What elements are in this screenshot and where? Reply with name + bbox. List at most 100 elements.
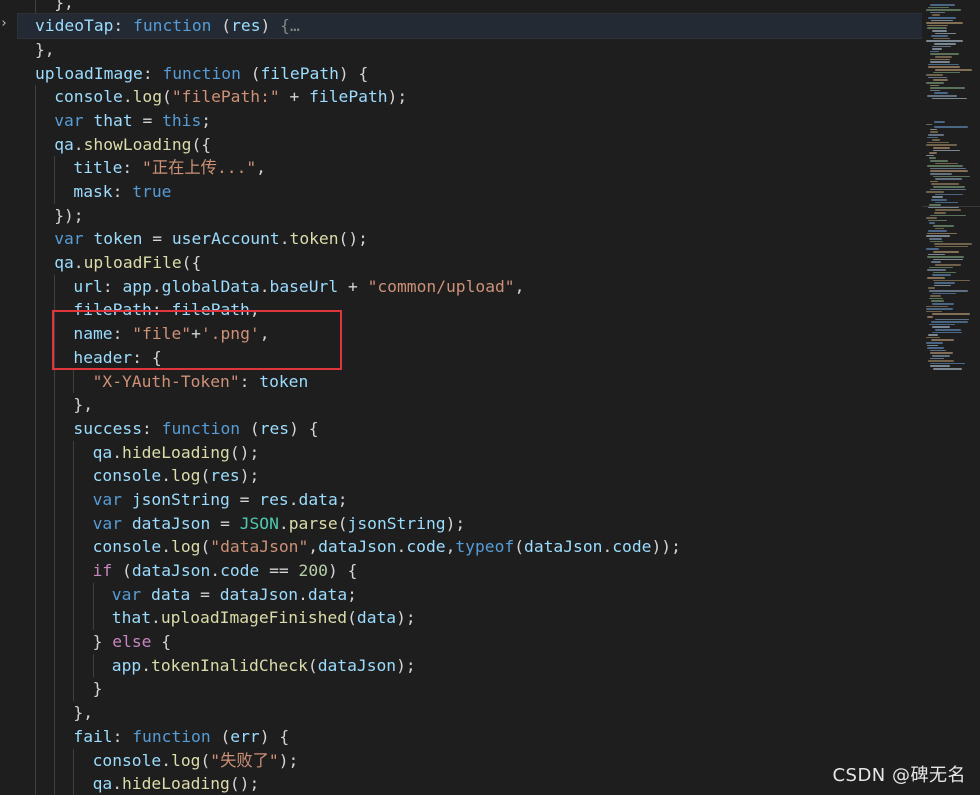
minimap-line (935, 193, 963, 196)
minimap-line (932, 139, 940, 141)
minimap-line (930, 89, 940, 92)
minimap-line (930, 188, 966, 191)
minimap-line (928, 76, 947, 79)
minimap-line (926, 144, 957, 146)
minimap-line (930, 58, 950, 61)
minimap-line (931, 321, 968, 323)
minimap-line (929, 297, 943, 300)
code-line[interactable]: fail: function (err) { (0, 724, 922, 749)
code-editor[interactable]: › }, videoTap: function (res) {…}, uploadI… (0, 0, 922, 795)
code-line[interactable]: "X-YAuth-Token": token (0, 369, 922, 394)
minimap-line (928, 6, 949, 9)
minimap-line (933, 149, 960, 152)
minimap-line (927, 95, 957, 97)
code-text: mask: true (73, 182, 172, 201)
annotation-highlight-box (52, 310, 342, 370)
minimap-line (927, 141, 949, 144)
minimap-line (932, 30, 947, 32)
minimap-line (933, 79, 948, 81)
minimap-line (930, 61, 950, 63)
minimap-line (935, 56, 952, 58)
minimap-line (926, 40, 963, 42)
code-line[interactable]: mask: true (0, 180, 922, 204)
code-line[interactable]: }, (0, 393, 922, 417)
minimap-line (930, 160, 948, 162)
code-line[interactable]: qa.hideLoading(); (0, 772, 922, 795)
minimap-line (929, 152, 937, 154)
minimap-line (930, 352, 953, 354)
code-line[interactable]: var that = this; (0, 108, 922, 133)
code-line[interactable]: var jsonString = res.data; (0, 487, 922, 512)
minimap-line (930, 180, 938, 183)
minimap-line (933, 186, 965, 188)
code-line-current[interactable]: videoTap: function (res) {… (17, 13, 922, 39)
minimap-line (926, 305, 948, 308)
code-line[interactable]: }, (0, 38, 922, 62)
code-line[interactable]: qa.showLoading({ (0, 132, 922, 157)
minimap-line (933, 271, 956, 274)
code-line[interactable]: }, (0, 701, 922, 725)
minimap-line (926, 154, 934, 157)
minimap-line (926, 310, 942, 313)
code-line[interactable]: console.log("filePath:" + filePath); (0, 85, 922, 109)
code-text: }, (54, 0, 74, 12)
code-line[interactable]: } (0, 677, 922, 702)
minimap-line (929, 266, 953, 269)
minimap-line (935, 245, 968, 248)
code-line[interactable]: app.tokenInalidCheck(dataJson); (0, 653, 922, 678)
code-line[interactable]: var data = dataJson.data; (0, 582, 922, 607)
code-line[interactable]: } else { (0, 630, 922, 654)
code-text: var jsonString = res.data; (92, 489, 348, 509)
code-text: }, (73, 703, 93, 723)
code-text: }); (54, 205, 84, 225)
minimap-line (930, 53, 959, 55)
code-line[interactable]: that.uploadImageFinished(data); (0, 606, 922, 631)
minimap-line (932, 331, 962, 334)
minimap-line (930, 131, 938, 133)
minimap-line (929, 157, 936, 159)
minimap-line (927, 24, 948, 27)
minimap-line (934, 282, 955, 284)
code-line[interactable]: console.log(res); (0, 464, 922, 488)
minimap[interactable] (922, 0, 980, 795)
code-text: if (dataJson.code == 200) { (92, 561, 358, 580)
minimap-line (928, 287, 935, 289)
code-line[interactable]: console.log("失败了"); (0, 748, 922, 773)
minimap-line (930, 362, 965, 365)
minimap-line (926, 9, 961, 11)
minimap-line (930, 167, 966, 170)
minimap-line (930, 349, 946, 352)
code-line[interactable]: success: function (res) { (0, 416, 922, 441)
code-line[interactable]: }, (0, 0, 922, 15)
code-line[interactable]: url: app.globalData.baseUrl + "common/up… (0, 274, 922, 299)
code-text: title: "正在上传...", (73, 158, 266, 178)
code-text: fail: function (err) { (73, 726, 290, 746)
code-line[interactable]: if (dataJson.code == 200) { (0, 559, 922, 583)
code-line[interactable]: var dataJson = JSON.parse(jsonString); (0, 511, 922, 536)
code-line[interactable]: uploadImage: function (filePath) { (0, 62, 922, 86)
minimap-line (931, 19, 953, 22)
minimap-line (928, 206, 959, 209)
minimap-line (935, 32, 956, 35)
minimap-line (930, 365, 950, 367)
minimap-line (931, 261, 941, 263)
minimap-line (935, 201, 958, 204)
code-text: qa.hideLoading(); (92, 442, 260, 462)
minimap-line (932, 355, 950, 357)
code-line[interactable]: }); (0, 203, 922, 228)
minimap-line (928, 134, 944, 136)
code-line[interactable]: title: "正在上传...", (0, 156, 922, 180)
code-line[interactable]: var token = userAccount.token(); (0, 227, 922, 252)
minimap-line (926, 191, 944, 193)
code-line[interactable]: qa.hideLoading(); (0, 440, 922, 465)
minimap-line (933, 37, 950, 40)
minimap-line (927, 165, 963, 167)
code-lines: }, videoTap: function (res) {…}, uploadIma… (0, 0, 922, 795)
code-line[interactable]: console.log("dataJson",dataJson.code,typ… (0, 535, 922, 559)
code-text: uploadImage: function (filePath) { (35, 63, 369, 83)
minimap-line (930, 295, 941, 297)
code-line[interactable]: qa.uploadFile({ (0, 251, 922, 275)
code-text: qa.uploadFile({ (54, 253, 202, 273)
minimap-line (932, 97, 967, 100)
minimap-line (933, 147, 950, 149)
